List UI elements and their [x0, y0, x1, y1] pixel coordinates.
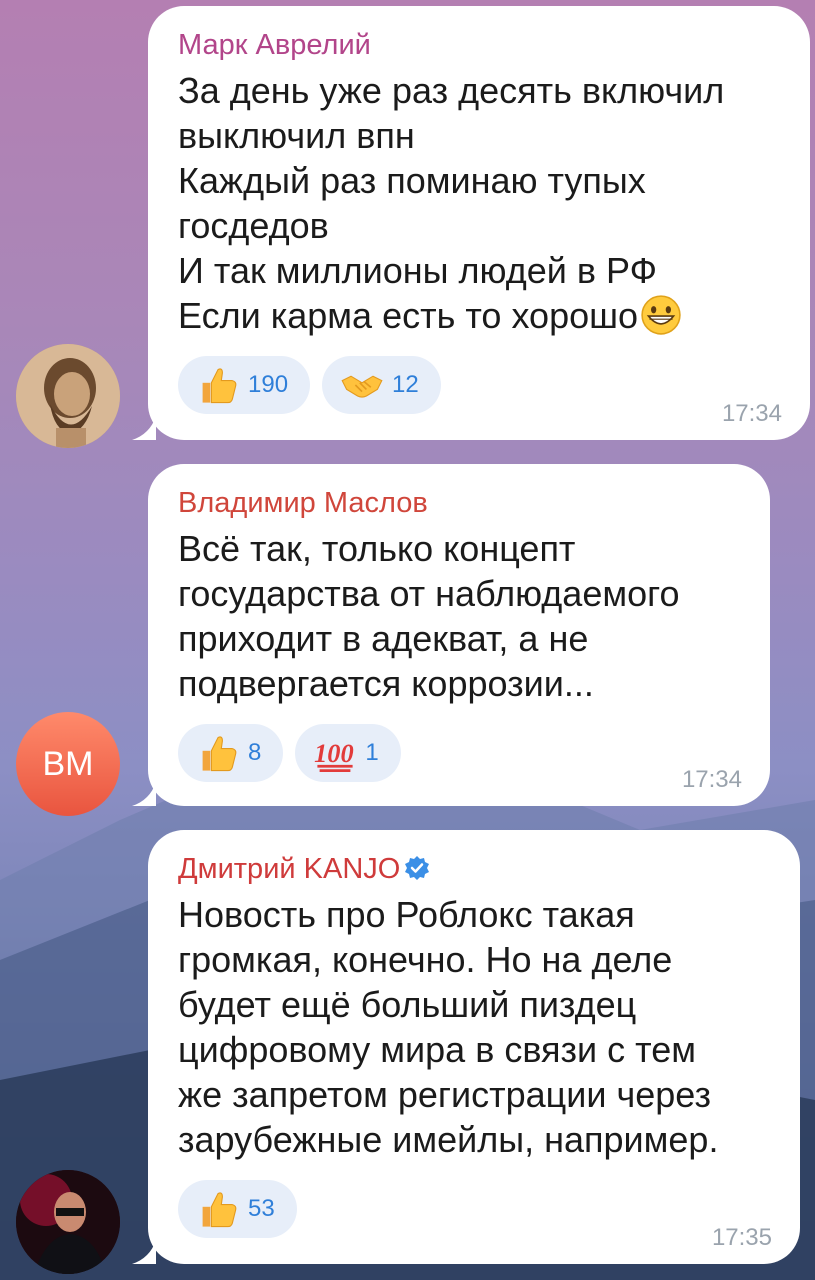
author-name-text[interactable]: Дмитрий KANJO: [178, 853, 400, 885]
reactions-row: 53: [178, 1180, 770, 1238]
svg-text:100: 100: [314, 738, 354, 768]
bubble-tail: [132, 416, 156, 440]
message-time: 17:35: [711, 1224, 772, 1251]
reaction-count: 190: [248, 371, 289, 398]
message-text: За день уже раз десять включил выключил …: [178, 70, 725, 336]
reaction-thumbs-up[interactable]: 8: [178, 724, 284, 782]
author-name[interactable]: Марк Аврелий: [178, 28, 780, 62]
reactions-row: 190 12: [178, 356, 780, 414]
hundred-points-icon: 100: [314, 738, 354, 772]
thumbs-up-icon: [202, 1192, 237, 1228]
author-name[interactable]: Владимир Маслов: [178, 486, 740, 520]
marcus-aurelius-bust-avatar: [16, 344, 120, 448]
reaction-thumbs-up[interactable]: 190: [178, 356, 311, 414]
bubble-tail: [132, 1240, 156, 1264]
reaction-count: 12: [392, 371, 419, 398]
avatar[interactable]: [16, 1170, 120, 1274]
message-text: Новость про Роблокс такая громкая, конеч…: [178, 894, 719, 1160]
thumbs-up-icon: [202, 736, 237, 772]
handshake-icon: [341, 375, 383, 398]
message-text: Всё так, только концепт государства от н…: [178, 528, 680, 704]
message-time: 17:34: [681, 766, 742, 793]
reaction-count: 1: [365, 739, 379, 766]
reaction-hundred[interactable]: 100 1: [295, 724, 401, 782]
reaction-count: 53: [248, 1195, 275, 1222]
reactions-row: 8 100 1: [178, 724, 740, 782]
reaction-thumbs-up[interactable]: 53: [178, 1180, 297, 1238]
grinning-face-icon: [641, 295, 681, 335]
reaction-count: 8: [248, 739, 262, 766]
author-name[interactable]: Дмитрий KANJO: [178, 852, 770, 886]
reaction-handshake[interactable]: 12: [322, 356, 441, 414]
avatar[interactable]: ВМ: [16, 712, 120, 816]
message-bubble[interactable]: Марк Аврелий За день уже раз десять вклю…: [132, 6, 810, 440]
message-time: 17:34: [721, 400, 782, 427]
avatar[interactable]: [16, 344, 120, 448]
message-bubble[interactable]: Дмитрий KANJO Новость про Роблокс такая …: [132, 830, 800, 1264]
verified-badge-icon: [405, 856, 430, 880]
avatar-initials: ВМ: [42, 744, 94, 783]
bubble-tail: [132, 782, 156, 806]
user-photo-avatar: [16, 1170, 120, 1274]
thumbs-up-icon: [202, 368, 237, 404]
message-bubble[interactable]: Владимир Маслов Всё так, только концепт …: [132, 464, 770, 806]
